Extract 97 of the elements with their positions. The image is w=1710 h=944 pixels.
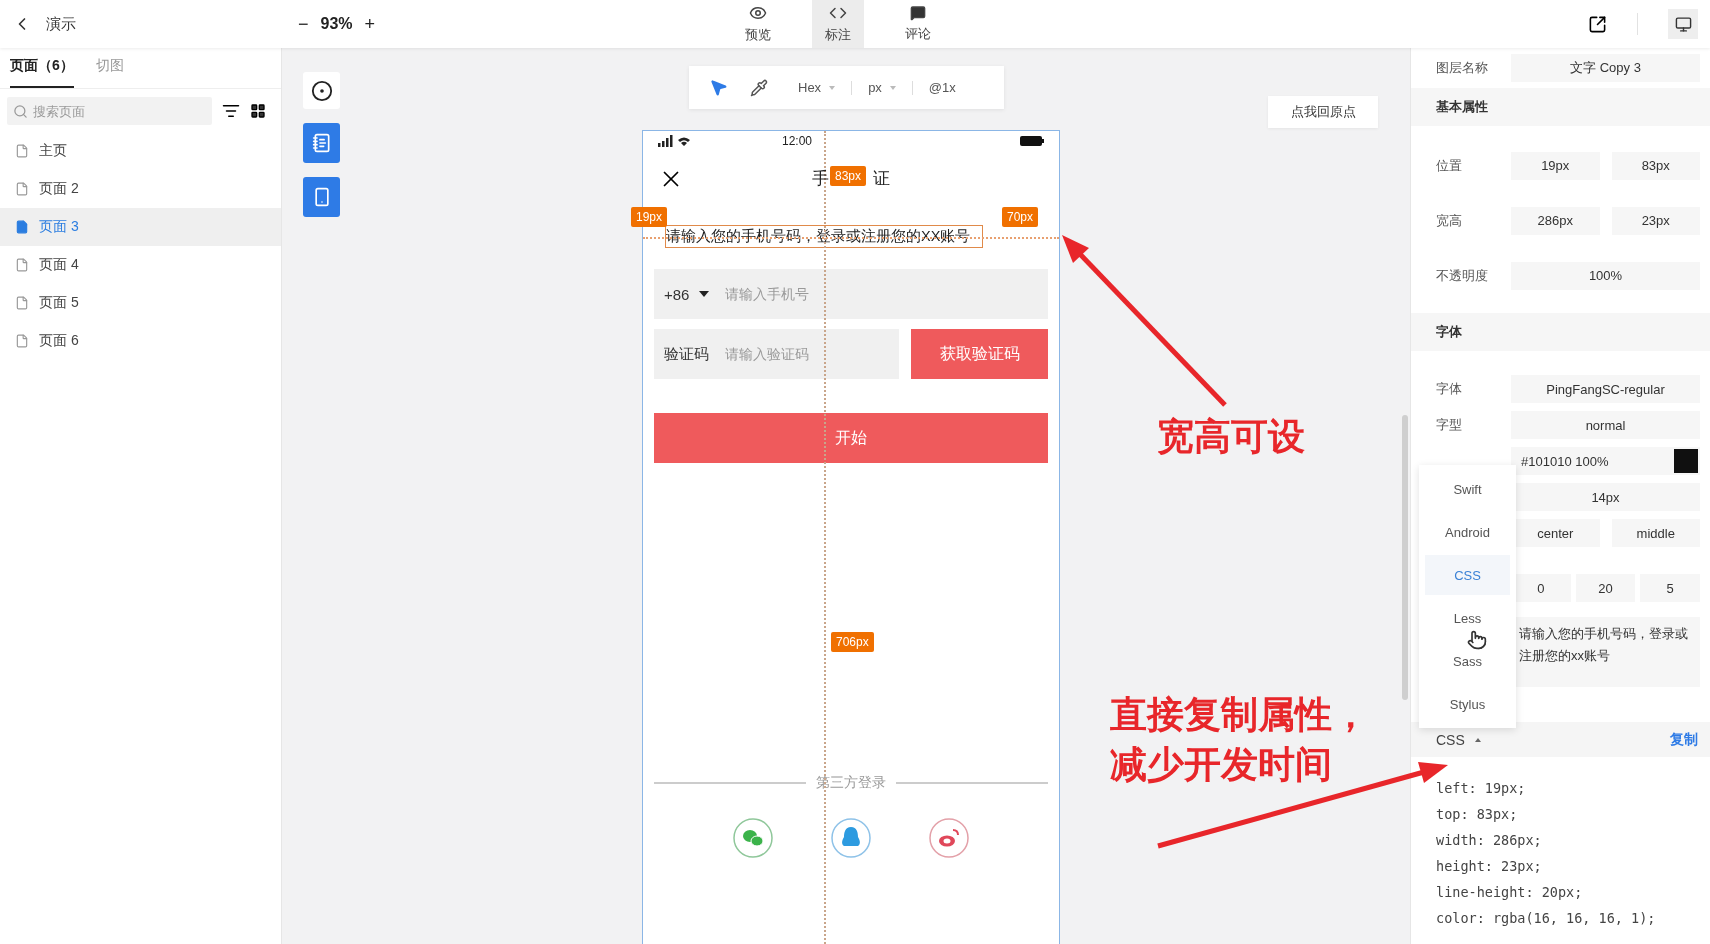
- language-select[interactable]: CSS: [1436, 731, 1481, 748]
- file-icon: [15, 144, 29, 158]
- page-item[interactable]: 主页: [0, 132, 281, 170]
- status-time: 12:00: [782, 134, 813, 148]
- mode-tab[interactable]: 评论: [892, 0, 945, 48]
- scrollbar[interactable]: [1402, 415, 1408, 700]
- code-line: line-height: 20px;: [1436, 883, 1584, 902]
- section-header: 字体: [1411, 313, 1710, 351]
- notes-button[interactable]: [303, 123, 340, 163]
- layer-name-value: 文字 Copy 3: [1511, 54, 1700, 82]
- search-icon: [13, 104, 28, 119]
- phone-button[interactable]: [303, 177, 340, 217]
- page-title: 手: [812, 168, 829, 190]
- page-item[interactable]: 页面 2: [0, 170, 281, 208]
- value-field: 5: [1640, 574, 1700, 602]
- scale-select[interactable]: @1x: [920, 80, 964, 95]
- distance-label: 706px: [831, 632, 874, 652]
- field-label: 不透明度: [1436, 266, 1489, 285]
- signal-wifi-icon: [658, 135, 692, 147]
- code-input[interactable]: 请输入验证码: [723, 345, 837, 363]
- monitor-icon: [1674, 15, 1692, 33]
- color-value-field: #101010 100%: [1511, 447, 1700, 475]
- value-field: 20: [1575, 574, 1636, 602]
- notes-icon: [311, 133, 332, 153]
- export-icon[interactable]: [1588, 14, 1607, 34]
- copy-link[interactable]: 复制: [1670, 730, 1698, 749]
- zoom-in-button[interactable]: +: [364, 13, 376, 35]
- annotation-text: 宽高可设: [1157, 415, 1305, 459]
- zoom-level: 93%: [320, 15, 353, 33]
- mode-tab[interactable]: 标注: [812, 0, 865, 48]
- caret-icon: [699, 291, 710, 297]
- code-field[interactable]: 验证码 请输入验证码: [654, 329, 899, 379]
- distance-label: 70px: [1002, 207, 1039, 227]
- phone-field[interactable]: +86 请输入手机号: [654, 269, 1048, 319]
- value-field: 83px: [1611, 151, 1700, 180]
- value-field: 100%: [1511, 261, 1700, 290]
- menu-item[interactable]: Android: [1425, 512, 1510, 552]
- sidebar-tab[interactable]: 页面（6）: [10, 54, 74, 88]
- phone-number-input[interactable]: 请输入手机号: [723, 285, 878, 303]
- list-view-icon[interactable]: [222, 102, 240, 120]
- mode-tab[interactable]: 预览: [732, 0, 785, 48]
- unit-select[interactable]: px: [860, 80, 904, 95]
- field-label: 图层名称: [1436, 59, 1489, 77]
- project-title: 演示: [46, 14, 76, 34]
- chat-bubbles-icon[interactable]: [733, 818, 773, 858]
- menu-item[interactable]: Less: [1425, 598, 1510, 638]
- country-code: +86: [664, 285, 690, 303]
- page-item[interactable]: 页面 5: [0, 284, 281, 322]
- value-field: 23px: [1611, 206, 1700, 235]
- file-icon: [15, 334, 29, 348]
- menu-item[interactable]: Stylus: [1425, 684, 1510, 724]
- file-icon: [15, 220, 29, 234]
- menu-item[interactable]: CSS: [1425, 555, 1510, 595]
- reset-origin-button[interactable]: 点我回原点: [1268, 96, 1378, 128]
- distance-label: 19px: [631, 207, 668, 227]
- value-field: 286px: [1511, 206, 1600, 235]
- code-label: 验证码: [664, 344, 709, 364]
- annotation-text: 直接复制属性， 减少开发时间: [1110, 693, 1369, 787]
- battery-icon: [1020, 136, 1044, 146]
- target-button[interactable]: [303, 72, 340, 109]
- value-field: 19px: [1511, 151, 1600, 180]
- field-label: 位置: [1436, 156, 1463, 175]
- code-line: color: rgba(16, 16, 16, 1);: [1436, 909, 1657, 928]
- file-icon: [15, 296, 29, 310]
- color-format-select[interactable]: Hex: [790, 80, 844, 95]
- field-label: 宽高: [1436, 211, 1463, 230]
- zoom-out-button[interactable]: −: [298, 13, 309, 35]
- value-field: middle: [1611, 519, 1700, 547]
- swirl-icon[interactable]: [929, 818, 969, 858]
- code-line: height: 23px;: [1436, 857, 1543, 876]
- distance-label: 83px: [830, 166, 867, 186]
- code-line: left: 19px;: [1436, 779, 1527, 798]
- menu-item[interactable]: Sass: [1425, 641, 1510, 681]
- penguin-icon[interactable]: [831, 818, 871, 858]
- page-title: 证: [873, 168, 890, 190]
- code-line: top: 83px;: [1436, 805, 1519, 824]
- pointer-icon[interactable]: [709, 78, 728, 97]
- page-item[interactable]: 页面 4: [0, 246, 281, 284]
- comment-icon: [910, 5, 927, 21]
- field-label: 字体: [1436, 380, 1463, 398]
- value-field: normal: [1511, 411, 1700, 439]
- page-item[interactable]: 页面 3: [0, 208, 281, 246]
- code-line: width: 286px;: [1436, 831, 1543, 850]
- value-field: PingFangSC-regular: [1511, 375, 1700, 403]
- monitor-button[interactable]: [1668, 9, 1698, 39]
- target-icon: [310, 79, 333, 102]
- file-icon: [15, 182, 29, 196]
- eye-icon: [749, 4, 768, 22]
- eyedropper-icon[interactable]: [750, 78, 768, 97]
- file-icon: [15, 258, 29, 272]
- grid-view-icon[interactable]: [250, 103, 266, 119]
- third-party-label: 第三方登录: [816, 774, 886, 792]
- field-label: 字型: [1436, 416, 1463, 434]
- menu-item[interactable]: Swift: [1425, 469, 1510, 509]
- page-item[interactable]: 页面 6: [0, 322, 281, 360]
- search-field[interactable]: 搜索页面: [7, 97, 212, 125]
- section-header: 基本属性: [1411, 88, 1710, 126]
